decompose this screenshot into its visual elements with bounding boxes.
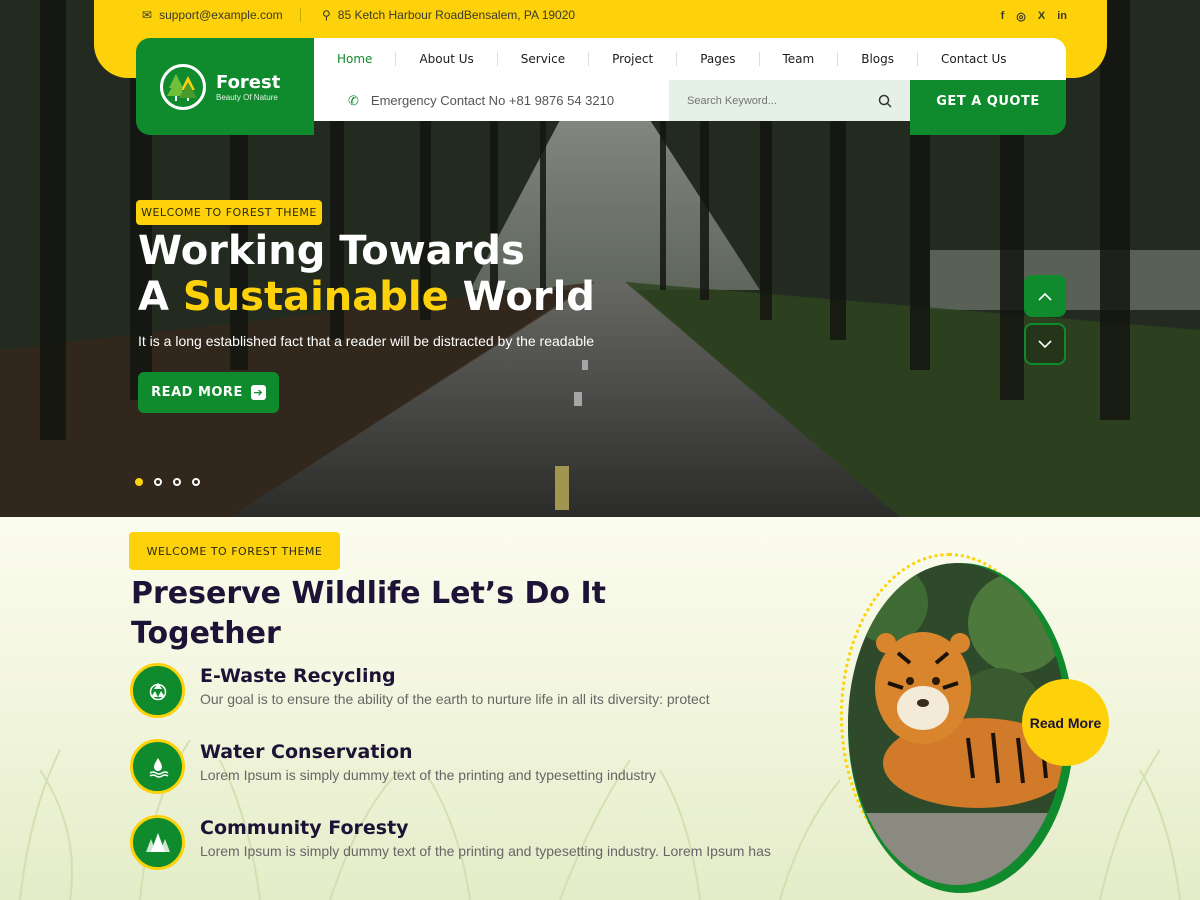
email-info[interactable]: ✉ support@example.com — [142, 8, 283, 22]
chevron-up-icon — [1038, 292, 1052, 301]
brand-name: Forest — [216, 71, 281, 93]
nav-item-pages[interactable]: Pages — [677, 52, 758, 66]
x-twitter-icon[interactable]: X — [1038, 10, 1045, 23]
search-input[interactable] — [687, 94, 857, 107]
feature-title: Community Foresty — [200, 817, 409, 839]
site-logo[interactable]: Forest Beauty Of Nature — [136, 38, 314, 135]
nav-item-about[interactable]: About Us — [396, 52, 496, 66]
nav-item-project[interactable]: Project — [589, 52, 676, 66]
location-pin-icon: ⚲ — [322, 8, 331, 22]
site-header: Forest Beauty Of Nature Home About Us Se… — [136, 38, 1066, 135]
hero-badge: WELCOME TO FOREST THEME — [136, 200, 322, 225]
recycle-icon — [130, 663, 185, 718]
emergency-text: Emergency Contact No +81 9876 54 3210 — [370, 93, 615, 108]
nav-item-team[interactable]: Team — [760, 52, 838, 66]
section-title: Preserve Wildlife Let’s Do It Together — [131, 576, 606, 651]
search-bar — [669, 80, 910, 121]
slider-dot-2[interactable] — [154, 478, 162, 486]
hero-title: Working Towards A Sustainable World — [138, 228, 595, 320]
mail-icon: ✉ — [142, 8, 153, 22]
water-drop-icon — [130, 739, 185, 794]
chevron-down-icon — [1038, 339, 1052, 348]
instagram-icon[interactable]: ◎ — [1016, 10, 1026, 23]
hero-banner: ✉ support@example.com ⚲ 85 Ketch Harbour… — [0, 0, 1200, 517]
brand-tagline: Beauty Of Nature — [216, 92, 278, 102]
slider-next-button[interactable] — [1024, 323, 1066, 365]
nav-item-home[interactable]: Home — [314, 52, 395, 82]
slider-dot-1[interactable] — [135, 478, 143, 486]
get-quote-button[interactable]: GET A QUOTE — [910, 80, 1066, 135]
arrow-right-icon: ➔ — [250, 385, 266, 400]
divider — [300, 8, 301, 22]
trees-icon — [130, 815, 185, 870]
linkedin-icon[interactable]: in — [1057, 10, 1067, 23]
hero-title-highlight: Sustainable — [182, 274, 449, 320]
read-more-circle-button[interactable]: Read More — [1022, 679, 1109, 766]
hero-title-line1: Working Towards — [138, 228, 525, 274]
nav-item-contact[interactable]: Contact Us — [918, 52, 1030, 66]
nav-item-blogs[interactable]: Blogs — [838, 52, 917, 66]
emergency-contact[interactable]: ✆ Emergency Contact No +81 9876 54 3210 — [314, 80, 669, 121]
feature-item-water: Water Conservation Lorem Ipsum is simply… — [130, 739, 656, 794]
feature-title: Water Conservation — [200, 741, 413, 763]
slider-dot-3[interactable] — [173, 478, 181, 486]
section-badge: WELCOME TO FOREST THEME — [129, 532, 340, 570]
feature-text: Lorem Ipsum is simply dummy text of the … — [200, 767, 656, 783]
main-navigation: Home About Us Service Project Pages Team… — [314, 38, 1066, 82]
hero-title-line2: A Sustainable World — [138, 274, 595, 320]
search-icon[interactable] — [878, 94, 892, 108]
hero-read-more-button[interactable]: READ MORE ➔ — [138, 372, 279, 413]
social-links: f ◎ X in — [1001, 10, 1067, 23]
feature-item-community: Community Foresty Lorem Ipsum is simply … — [130, 815, 771, 870]
slider-dot-4[interactable] — [192, 478, 200, 486]
nav-item-service[interactable]: Service — [498, 52, 588, 66]
wildlife-section: WELCOME TO FOREST THEME Preserve Wildlif… — [0, 517, 1200, 900]
tree-logo-icon — [160, 63, 206, 110]
feature-text: Our goal is to ensure the ability of the… — [200, 691, 710, 707]
feature-title: E-Waste Recycling — [200, 665, 396, 687]
slider-prev-button[interactable] — [1024, 275, 1066, 317]
address-info: ⚲ 85 Ketch Harbour RoadBensalem, PA 1902… — [322, 8, 575, 22]
address-text: 85 Ketch Harbour RoadBensalem, PA 19020 — [337, 8, 576, 22]
feature-item-recycling: E-Waste Recycling Our goal is to ensure … — [130, 663, 710, 718]
slider-pagination — [135, 478, 200, 486]
hero-subtitle: It is a long established fact that a rea… — [138, 333, 595, 349]
facebook-icon[interactable]: f — [1001, 10, 1005, 23]
phone-icon: ✆ — [348, 92, 359, 108]
email-text: support@example.com — [159, 8, 283, 22]
feature-text: Lorem Ipsum is simply dummy text of the … — [200, 843, 771, 859]
